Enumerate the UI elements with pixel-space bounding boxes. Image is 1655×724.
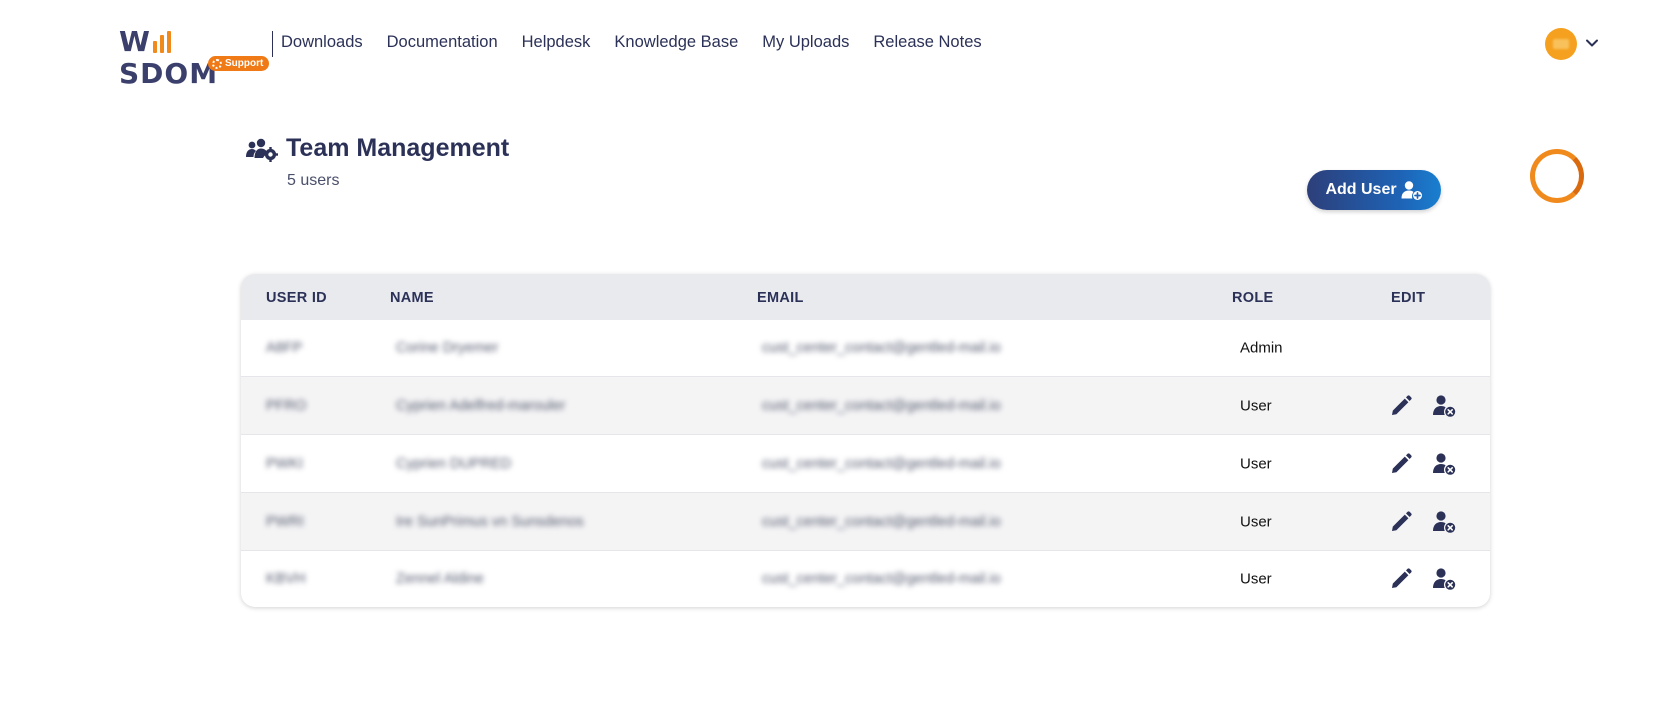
table-row: PWRI Ire SunPrimus vn Sunsdenos cust_cen… (241, 492, 1490, 550)
email-cell: cust_center_contact@gentled-mail.io (762, 571, 1001, 587)
role-cell: User (1240, 397, 1272, 414)
pencil-icon[interactable] (1389, 567, 1413, 591)
user-remove-icon[interactable] (1432, 452, 1456, 476)
table-header: USER ID NAME EMAIL ROLE EDIT (241, 274, 1490, 320)
loading-ring-icon (1530, 149, 1584, 203)
column-header-role: ROLE (1232, 290, 1274, 306)
name-cell: Cyprien DUPRED (396, 455, 512, 472)
role-cell: User (1240, 570, 1272, 588)
table-row: PWKI Cyprien DUPRED cust_center_contact@… (241, 434, 1490, 492)
user-avatar[interactable] (1545, 28, 1577, 60)
user-count: 5 users (287, 172, 340, 189)
pencil-icon[interactable] (1389, 394, 1413, 418)
column-header-user-id: USER ID (266, 290, 327, 306)
support-badge-label: Support (225, 58, 264, 69)
role-cell: User (1240, 513, 1272, 530)
column-header-name: NAME (390, 290, 434, 306)
name-cell: Zennel Aldine (396, 571, 484, 587)
gear-icon (212, 58, 222, 69)
email-cell: cust_center_contact@gentled-mail.io (762, 340, 1001, 356)
main-nav: Downloads Documentation Helpdesk Knowled… (281, 33, 982, 52)
add-user-button[interactable]: Add User (1307, 170, 1441, 210)
name-cell: Ire SunPrimus vn Sunsdenos (396, 513, 584, 530)
support-badge: Support (208, 56, 270, 71)
user-id-cell: KBVH (266, 571, 306, 587)
logo-divider (272, 31, 273, 57)
user-plus-icon (1401, 181, 1422, 200)
nav-my-uploads[interactable]: My Uploads (762, 33, 849, 52)
add-user-label: Add User (1325, 181, 1397, 198)
email-cell: cust_center_contact@gentled-mail.io (762, 397, 1001, 414)
user-id-cell: PWRI (266, 513, 304, 530)
user-remove-icon[interactable] (1432, 394, 1456, 418)
user-remove-icon[interactable] (1432, 510, 1456, 534)
column-header-edit: EDIT (1391, 290, 1426, 306)
avatar-initials-blurred (1553, 39, 1569, 49)
column-header-email: EMAIL (757, 290, 804, 306)
user-id-cell: A8FP (266, 340, 303, 356)
pencil-icon[interactable] (1389, 510, 1413, 534)
users-gear-icon (246, 138, 278, 162)
table-row: KBVH Zennel Aldine cust_center_contact@g… (241, 550, 1490, 607)
wiisdom-support-logo[interactable]: W SDOM Support (119, 26, 270, 90)
nav-helpdesk[interactable]: Helpdesk (522, 33, 591, 52)
email-cell: cust_center_contact@gentled-mail.io (762, 455, 1001, 472)
team-table: USER ID NAME EMAIL ROLE EDIT A8FP Corine… (241, 274, 1490, 607)
top-header: W SDOM Support Downloads Documentation He… (0, 0, 1655, 90)
user-id-cell: PFRO (266, 397, 307, 414)
table-row: A8FP Corine Dryemer cust_center_contact@… (241, 320, 1490, 376)
user-id-cell: PWKI (266, 455, 304, 472)
nav-downloads[interactable]: Downloads (281, 33, 363, 52)
pencil-icon[interactable] (1389, 452, 1413, 476)
chevron-down-icon[interactable] (1585, 36, 1599, 50)
nav-knowledge-base[interactable]: Knowledge Base (614, 33, 738, 52)
role-cell: Admin (1240, 339, 1283, 357)
logo-bars-icon (152, 31, 173, 53)
role-cell: User (1240, 455, 1272, 472)
name-cell: Cyprien Adelfred-marouler (396, 397, 566, 414)
user-remove-icon[interactable] (1432, 567, 1456, 591)
nav-documentation[interactable]: Documentation (387, 33, 498, 52)
page-title: Team Management (286, 134, 510, 162)
nav-release-notes[interactable]: Release Notes (873, 33, 981, 52)
email-cell: cust_center_contact@gentled-mail.io (762, 513, 1001, 530)
table-row: PFRO Cyprien Adelfred-marouler cust_cent… (241, 376, 1490, 434)
name-cell: Corine Dryemer (396, 340, 499, 356)
